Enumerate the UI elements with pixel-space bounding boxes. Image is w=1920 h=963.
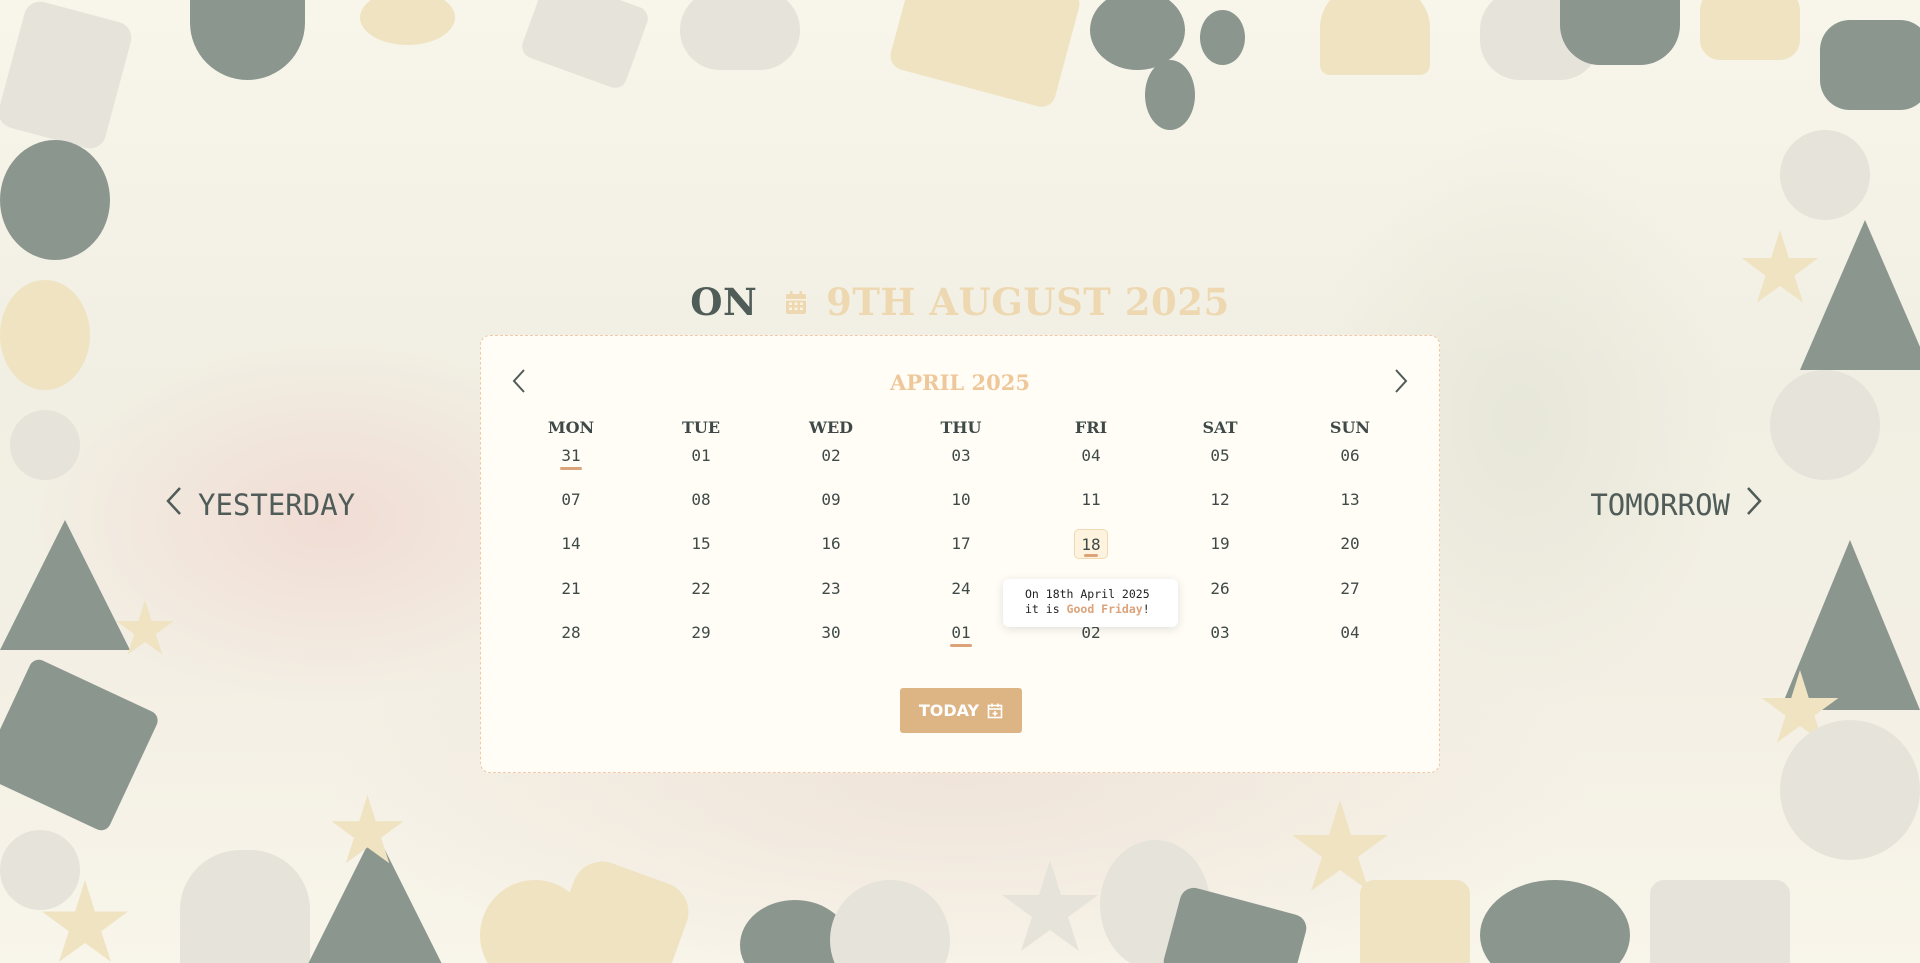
mask-decoration [1780, 720, 1920, 860]
day-cell[interactable]: 07 [551, 485, 591, 515]
heart-decoration [10, 410, 80, 480]
star-decoration [1700, 0, 1800, 60]
holiday-tooltip: On 18th April 2025 it is Good Friday! [1003, 579, 1178, 627]
day-cell[interactable]: 11 [1071, 485, 1111, 515]
page-headline: ON 9TH AUGUST 2025 [0, 280, 1920, 331]
gift-decoration [1650, 880, 1790, 963]
snowflake-decoration [830, 880, 950, 963]
heart-decoration [1770, 370, 1880, 480]
day-cell[interactable]: 16 [811, 529, 851, 559]
holiday-name: Good Friday [1066, 602, 1143, 616]
day-cell[interactable]: 03 [1200, 618, 1240, 648]
calendar-icon [785, 281, 807, 325]
tree-decoration [0, 520, 130, 650]
tooltip-line1: On 18th April 2025 [1025, 587, 1150, 601]
cup-decoration [0, 0, 135, 153]
star-decoration [116, 600, 174, 655]
day-cell[interactable]: 21 [551, 574, 591, 604]
chevron-right-icon [1395, 369, 1408, 393]
day-cell[interactable]: 24 [941, 574, 981, 604]
day-cell[interactable]: 04 [1071, 441, 1111, 471]
weekday-sat: SAT [1202, 418, 1238, 437]
tomorrow-link[interactable]: TOMORROW [1590, 485, 1764, 524]
tomorrow-label: TOMORROW [1590, 487, 1730, 522]
day-cell[interactable]: 02 [811, 441, 851, 471]
fork-decoration [518, 0, 652, 92]
day-cell[interactable]: 17 [941, 529, 981, 559]
day-cell[interactable]: 01 [681, 441, 721, 471]
paw-decoration [1145, 60, 1195, 130]
day-cell[interactable]: 19 [1200, 529, 1240, 559]
weekday-sun: SUN [1329, 418, 1371, 437]
day-cell[interactable]: 10 [941, 485, 981, 515]
headline-date: 9TH AUGUST 2025 [826, 280, 1230, 324]
calendar-plus-icon [987, 703, 1003, 718]
mask-decoration [543, 853, 697, 963]
chevron-right-icon [1744, 485, 1764, 524]
paw-decoration [1200, 10, 1245, 65]
headline-prefix: ON [690, 280, 758, 324]
day-cell[interactable]: 14 [551, 529, 591, 559]
gift-decoration [887, 0, 1083, 110]
day-cell[interactable]: 01 [941, 618, 981, 648]
today-label: TODAY [918, 701, 980, 720]
snowflake-decoration [680, 0, 800, 70]
calendar-card: APRIL 2025 MON TUE WED THU FRI SAT SUN 31 01 02 0… [480, 335, 1440, 773]
day-cell[interactable]: 27 [1330, 574, 1370, 604]
yesterday-link[interactable]: YESTERDAY [164, 485, 355, 524]
house-decoration [0, 656, 161, 834]
apple-decoration [360, 0, 455, 45]
day-cell[interactable]: 28 [551, 618, 591, 648]
day-cell[interactable]: 30 [811, 618, 851, 648]
heart-decoration [1780, 130, 1870, 220]
ghost-decoration [180, 850, 310, 963]
chevron-left-icon [164, 485, 184, 524]
next-month-button[interactable] [1386, 366, 1416, 396]
day-cell[interactable]: 31 [551, 441, 591, 471]
bell-decoration [1320, 0, 1430, 75]
day-cell[interactable]: 06 [1330, 441, 1370, 471]
gift-decoration [1160, 884, 1310, 963]
clover-decoration [0, 140, 110, 260]
tree-decoration [1820, 20, 1920, 110]
today-button[interactable]: TODAY [900, 688, 1022, 733]
day-cell[interactable]: 23 [811, 574, 851, 604]
weekday-fri: FRI [1074, 418, 1108, 437]
bell-decoration [1560, 0, 1680, 65]
day-cell[interactable]: 04 [1330, 618, 1370, 648]
day-cell[interactable]: 15 [681, 529, 721, 559]
tooltip-prefix: it is [1025, 602, 1067, 616]
day-cell[interactable]: 20 [1330, 529, 1370, 559]
clover-decoration [1480, 880, 1630, 963]
month-title: APRIL 2025 [890, 370, 1030, 395]
weekday-tue: TUE [681, 418, 721, 437]
weekday-mon: MON [547, 418, 595, 437]
weekday-wed: WED [808, 418, 854, 437]
day-cell[interactable]: 09 [811, 485, 851, 515]
day-cell[interactable]: 12 [1200, 485, 1240, 515]
day-cell[interactable]: 26 [1200, 574, 1240, 604]
day-cell[interactable]: 29 [681, 618, 721, 648]
day-cell[interactable]: 03 [941, 441, 981, 471]
day-cell[interactable]: 05 [1200, 441, 1240, 471]
heart-decoration [0, 830, 80, 910]
star-decoration [1002, 860, 1098, 951]
yesterday-label: YESTERDAY [198, 487, 356, 522]
leaf-decoration [190, 0, 305, 80]
day-cell[interactable]: 18 [1074, 529, 1108, 559]
mug-decoration [1360, 880, 1470, 963]
tooltip-suffix: ! [1142, 602, 1150, 616]
day-cell[interactable]: 08 [681, 485, 721, 515]
day-cell[interactable]: 13 [1330, 485, 1370, 515]
weekday-thu: THU [940, 418, 982, 437]
tooltip-line2: it is Good Friday! [1025, 602, 1178, 617]
day-cell[interactable]: 22 [681, 574, 721, 604]
